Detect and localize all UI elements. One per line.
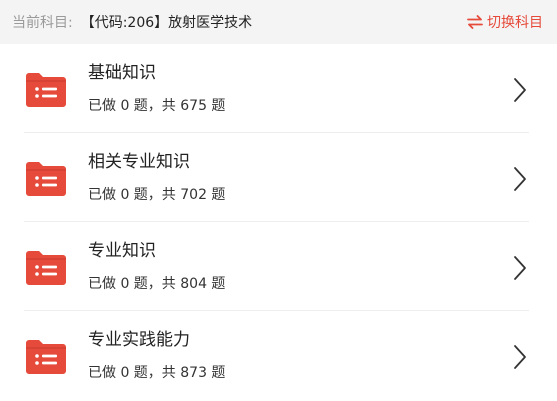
item-title: 专业知识 [88,241,156,261]
current-subject-label: 当前科目: [12,15,73,31]
item-stats: 已做 0 题，共 675 题 [88,98,226,114]
list-item[interactable]: 基础知识 已做 0 题，共 675 题 [0,44,557,133]
item-text: 相关专业知识 已做 0 题，共 702 题 [88,150,225,205]
item-text: 专业知识 已做 0 题，共 804 题 [88,239,225,294]
current-subject-name: 【代码:206】放射医学技术 [80,15,253,31]
chapter-list: 基础知识 已做 0 题，共 675 题 相关专业知识 已做 0 题，共 702 … [0,44,557,400]
folder-list-icon [26,340,66,374]
item-stats: 已做 0 题，共 702 题 [88,187,226,203]
item-title: 基础知识 [88,63,156,83]
item-text: 专业实践能力 已做 0 题，共 873 题 [88,328,225,383]
list-item[interactable]: 专业实践能力 已做 0 题，共 873 题 [0,311,557,400]
switch-subject-label: 切换科目 [487,15,543,31]
current-subject-bar: 当前科目: 【代码:206】放射医学技术 切换科目 [0,0,557,44]
item-title: 相关专业知识 [88,152,190,172]
folder-list-icon [26,251,66,285]
chevron-right-icon [514,78,526,102]
item-title: 专业实践能力 [88,330,190,350]
list-item[interactable]: 专业知识 已做 0 题，共 804 题 [0,222,557,311]
item-stats: 已做 0 题，共 873 题 [88,365,226,381]
folder-list-icon [26,73,66,107]
chevron-right-icon [514,345,526,369]
folder-list-icon [26,162,66,196]
item-text: 基础知识 已做 0 题，共 675 题 [88,61,225,116]
item-stats: 已做 0 题，共 804 题 [88,276,226,292]
list-item[interactable]: 相关专业知识 已做 0 题，共 702 题 [0,133,557,222]
swap-arrows-icon [467,15,483,29]
chevron-right-icon [514,256,526,280]
chevron-right-icon [514,167,526,191]
switch-subject-button[interactable]: 切换科目 [467,0,543,44]
